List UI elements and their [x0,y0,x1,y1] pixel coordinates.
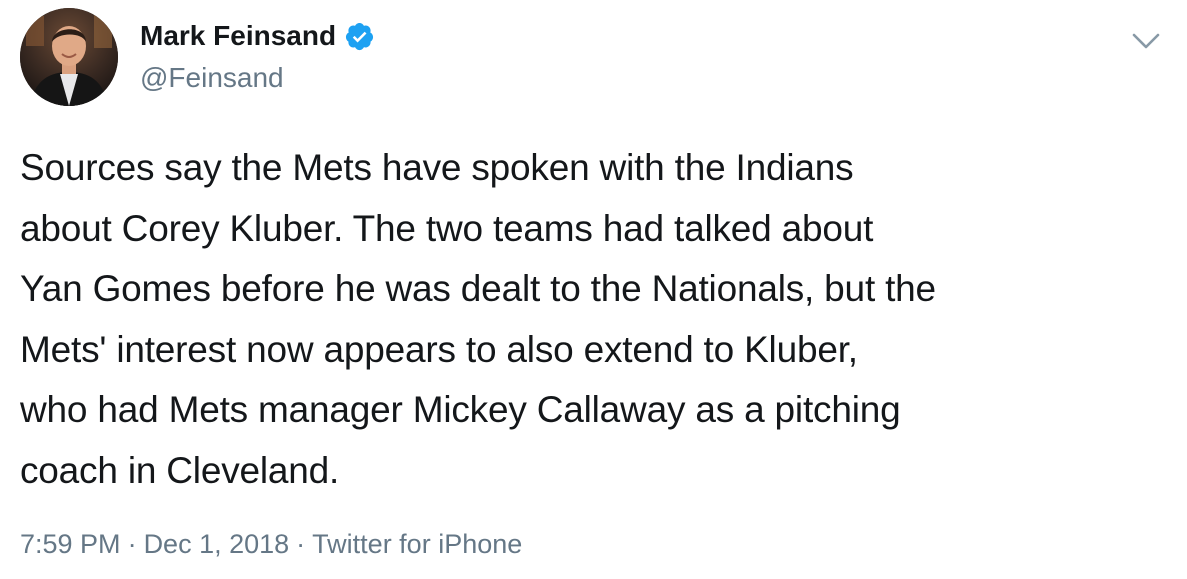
tweet-time[interactable]: 7:59 PM [20,529,121,559]
meta-separator: · [127,529,137,559]
avatar-image [20,8,118,106]
author-display-name[interactable]: Mark Feinsand [140,16,336,56]
tweet-source[interactable]: Twitter for iPhone [312,529,522,559]
verified-badge-icon [344,21,375,52]
author-name-row: Mark Feinsand [140,16,375,56]
tweet-date[interactable]: Dec 1, 2018 [144,529,290,559]
meta-separator: · [296,529,306,559]
tweet-meta: 7:59 PM · Dec 1, 2018 · Twitter for iPhone [20,524,522,564]
avatar[interactable] [20,8,118,106]
chevron-down-icon[interactable] [1129,24,1163,58]
tweet-text: Sources say the Mets have spoken with th… [20,147,936,491]
author-handle[interactable]: @Feinsand [140,58,284,98]
tweet-card: Mark Feinsand @Feinsand Sources say the … [0,0,1187,579]
